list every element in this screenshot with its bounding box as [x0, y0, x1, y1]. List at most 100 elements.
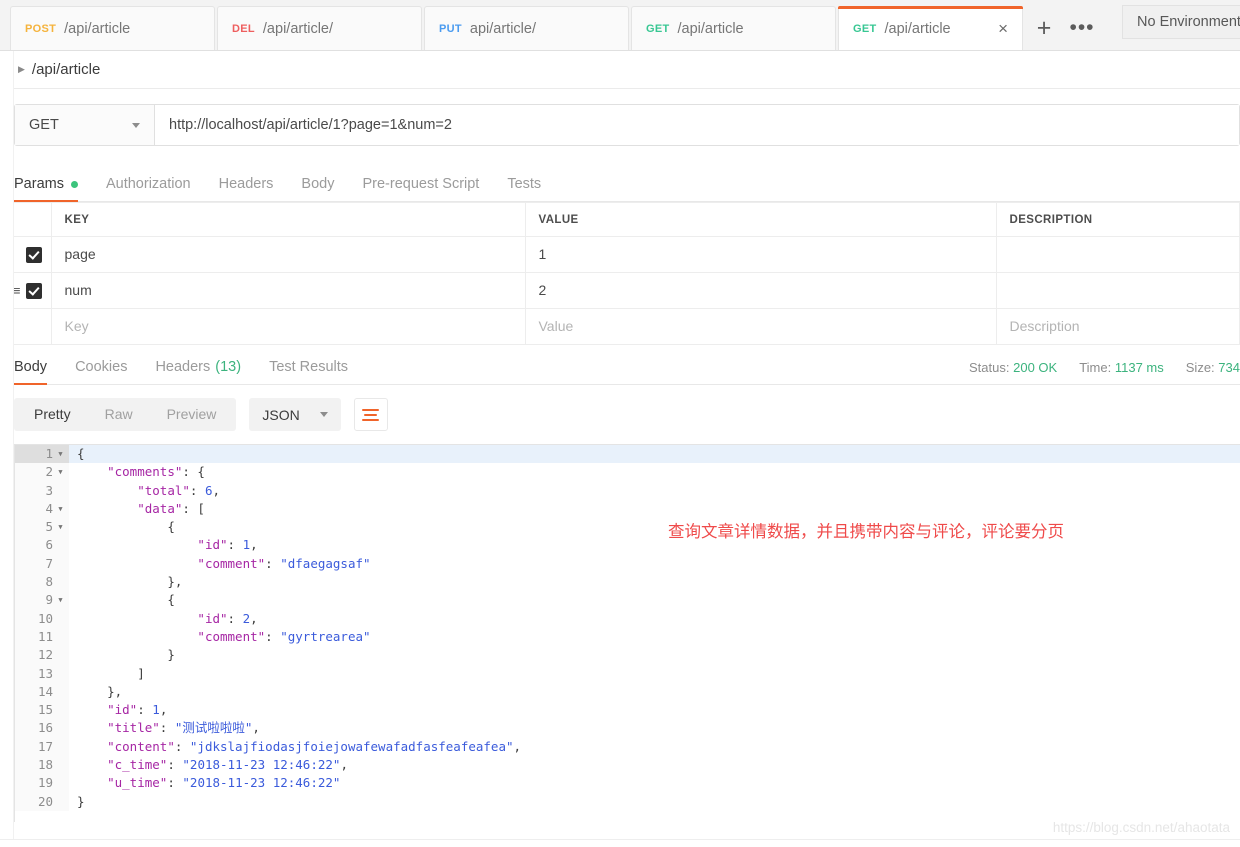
code-line-text: "title": "测试啦啦啦",	[107, 720, 260, 736]
request-tab-authorization[interactable]: Authorization	[106, 176, 191, 201]
response-tab-count: (13)	[215, 359, 242, 375]
param-enabled-checkbox[interactable]	[25, 246, 42, 263]
line-number-text: 6	[45, 537, 53, 553]
url-input[interactable]: http://localhost/api/article/1?page=1&nu…	[155, 105, 1239, 145]
param-value-cell-text: 2	[538, 281, 547, 298]
format-tab-preview[interactable]: Preview	[150, 398, 234, 431]
line-number: 15	[15, 701, 69, 720]
request-tab-method: PUT	[439, 22, 462, 35]
request-tab-3[interactable]: GET/api/article	[631, 6, 836, 50]
param-value-cell[interactable]: 2	[525, 272, 997, 309]
line-number: 7	[15, 554, 69, 574]
fold-triangle-icon[interactable]: ▼	[57, 445, 64, 463]
line-number: 19	[15, 774, 69, 793]
format-tab-pretty[interactable]: Pretty	[17, 398, 88, 431]
code-line-text: },	[167, 574, 183, 590]
fold-triangle-icon[interactable]: ▼	[57, 500, 64, 518]
response-body-viewer[interactable]: 1 ▼{2 ▼ "comments": {3 "total": 6, 4 ▼ "data…	[14, 444, 1240, 822]
line-number: 3	[15, 481, 69, 500]
request-tab-pre-request-script[interactable]: Pre-request Script	[362, 176, 479, 201]
param-enabled-checkbox[interactable]	[25, 282, 42, 299]
request-tab-4[interactable]: GET/api/article ×	[838, 6, 1023, 50]
response-tab-headers[interactable]: Headers (13)	[155, 359, 241, 384]
line-number-text: 7	[45, 555, 53, 571]
param-description-input-placeholder: Description	[1009, 317, 1080, 334]
line-number: 13	[15, 664, 69, 683]
tab-options-icon[interactable]: •••	[1063, 6, 1101, 50]
code-line: 16 "title": "测试啦啦啦",	[15, 719, 1240, 738]
request-tab-method: POST	[25, 22, 57, 35]
url-bar: GET http://localhost/api/article/1?page=…	[14, 104, 1240, 146]
status-item: Status: 200 OK	[969, 360, 1057, 375]
line-number-text: 3	[45, 482, 53, 498]
table-row: page 1	[0, 236, 1240, 273]
table-row: ≡ num 2	[0, 272, 1240, 309]
response-tab-cookies[interactable]: Cookies	[75, 359, 127, 384]
code-line-text: "comments": {	[107, 464, 205, 480]
format-tab-raw[interactable]: Raw	[88, 398, 150, 431]
param-value-cell[interactable]: 1	[525, 236, 997, 273]
response-language-select[interactable]: JSON	[249, 398, 341, 431]
environment-selector[interactable]: No Environment	[1122, 5, 1240, 39]
param-key-cell[interactable]: num	[51, 272, 526, 309]
request-tab-label: /api/article	[677, 20, 744, 37]
code-line: 18 "c_time": "2018-11-23 12:46:22",	[15, 756, 1240, 775]
code-line-text: {	[167, 519, 175, 535]
code-line-text: "data": [	[137, 500, 205, 516]
chevron-right-icon[interactable]: ▶	[18, 64, 25, 75]
params-header-key: KEY	[51, 202, 526, 237]
line-number: 17	[15, 737, 69, 757]
code-line: 20}	[15, 792, 1240, 811]
request-tab-0[interactable]: POST/api/article	[10, 6, 215, 50]
code-line: 15 "id": 1,	[15, 701, 1240, 720]
code-line: 3 "total": 6,	[15, 481, 1240, 500]
param-description-cell[interactable]	[996, 236, 1240, 273]
params-placeholder-row: Key Value Description	[0, 308, 1240, 345]
time-value: 1137 ms	[1114, 360, 1164, 375]
response-tab-test-results[interactable]: Test Results	[269, 359, 348, 384]
line-number: 2 ▼	[15, 463, 69, 482]
code-line: 19 "u_time": "2018-11-23 12:46:22"	[15, 774, 1240, 793]
param-value-input[interactable]: Value	[525, 308, 997, 345]
code-line-text: "c_time": "2018-11-23 12:46:22",	[107, 757, 348, 773]
close-icon[interactable]: ×	[976, 20, 1008, 37]
params-header-description: DESCRIPTION	[996, 202, 1240, 237]
line-number-text: 10	[37, 610, 53, 626]
left-panel-edge	[0, 51, 14, 847]
request-tab-1[interactable]: DEL/api/article/	[217, 6, 422, 50]
request-tab-text: Tests	[507, 176, 542, 192]
line-number: 4 ▼	[15, 499, 69, 519]
request-tab-tests[interactable]: Tests	[507, 176, 541, 201]
request-tab-text: Params	[14, 176, 64, 192]
param-key-input[interactable]: Key	[51, 308, 526, 345]
request-tab-body[interactable]: Body	[301, 176, 334, 201]
word-wrap-button[interactable]	[353, 398, 388, 431]
request-tab-text: Pre-request Script	[362, 176, 480, 192]
param-description-input[interactable]: Description	[996, 308, 1240, 345]
fold-triangle-icon[interactable]: ▼	[57, 463, 64, 481]
fold-triangle-icon[interactable]: ▼	[57, 591, 64, 609]
param-key-cell[interactable]: page	[51, 236, 526, 273]
bottom-strip	[0, 839, 1240, 847]
request-tab-bar: POST/api/article DEL/api/article/PUT api/a…	[0, 0, 1240, 51]
watermark: https://blog.csdn.net/ahaotata	[1052, 820, 1230, 835]
param-value-cell-text: 1	[538, 245, 547, 262]
http-method-value: GET	[29, 117, 59, 133]
response-format-segmented: Pretty Raw Preview	[14, 398, 237, 431]
drag-handle-icon[interactable]: ≡	[13, 284, 21, 297]
request-section-tabs: Params Authorization Headers Body Pre-reques…	[0, 162, 1240, 202]
fold-triangle-icon[interactable]: ▼	[57, 518, 64, 536]
param-description-cell[interactable]	[996, 272, 1240, 309]
code-line: 13 ]	[15, 664, 1240, 683]
wrap-line-2	[364, 413, 378, 416]
line-number-text: 16	[37, 720, 53, 736]
request-tab-params[interactable]: Params	[14, 176, 78, 202]
http-method-select[interactable]: GET	[15, 105, 155, 145]
line-number: 12	[15, 646, 69, 665]
line-number: 8	[15, 573, 69, 592]
new-tab-button[interactable]: +	[1025, 6, 1063, 50]
response-tab-body[interactable]: Body	[14, 359, 48, 385]
request-tab-headers[interactable]: Headers	[219, 176, 274, 201]
request-tab-2[interactable]: PUT api/article/	[424, 6, 629, 50]
code-line: 12 }	[15, 646, 1240, 665]
